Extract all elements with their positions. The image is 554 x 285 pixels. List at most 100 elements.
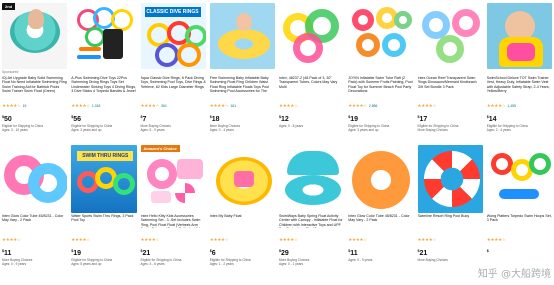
price: $14 bbox=[486, 115, 497, 123]
product-title[interactable]: JOYIN Inflatable Swim Tube Raft (2 Pack)… bbox=[348, 76, 413, 94]
product-image[interactable]: Amazon's Choice bbox=[140, 145, 206, 213]
product-title[interactable]: Free Swimming Baby Inflatable Baby Swimm… bbox=[210, 76, 275, 94]
product-card[interactable]: CLASSIC DIVE RINGS Aqua Classic Dive Rin… bbox=[139, 0, 208, 143]
price-value: 12 bbox=[281, 116, 289, 123]
star-rating[interactable]: ★★★★☆ bbox=[71, 237, 90, 242]
product-image[interactable]: CLASSIC DIVE RINGS bbox=[140, 3, 206, 69]
product-title[interactable]: Intex Hello Kitty Kids Accessories Swimm… bbox=[141, 214, 206, 228]
product-image[interactable] bbox=[279, 145, 345, 213]
price-value: 29 bbox=[281, 250, 289, 257]
amazons-choice-badge: Amazon's Choice bbox=[140, 145, 180, 152]
product-title[interactable]: Water Sports Swim Thru Rings, 3 Pack Poo… bbox=[71, 214, 136, 228]
product-card[interactable]: 2nd Sponsored iOj-Art Upgrade Baby Solid… bbox=[0, 0, 69, 143]
product-title[interactable]: A-Plus Swimming Dive Toys 22Pcs Swimming… bbox=[71, 76, 136, 94]
product-card[interactable]: Intex Glow Color Tube 45/8231 - Color Ma… bbox=[0, 143, 69, 285]
price-value: 17 bbox=[419, 116, 428, 123]
product-image[interactable] bbox=[417, 3, 483, 69]
product-card[interactable]: JOYIN Inflatable Swim Tube Raft (2 Pack)… bbox=[346, 0, 415, 143]
star-rating[interactable]: ★★★★☆ bbox=[279, 237, 298, 242]
product-card[interactable]: SwimWays Baby Spring Float Activity Cent… bbox=[277, 143, 346, 285]
product-title[interactable]: Aqua Classic Dive Rings, 6 Pack Diving T… bbox=[141, 76, 206, 94]
product-title[interactable]: Intex Glow Color Tube 45/8231 - Color Ma… bbox=[348, 214, 413, 228]
product-title[interactable]: SwimSchool Deluxe TOT Swim Trainer Vest,… bbox=[487, 76, 552, 94]
product-image[interactable] bbox=[279, 3, 345, 69]
product-card[interactable]: SwimSchool Deluxe TOT Swim Trainer Vest,… bbox=[485, 0, 554, 143]
review-count[interactable]: 1,455 bbox=[507, 104, 516, 108]
star-rating[interactable]: ★★★★☆ bbox=[418, 103, 437, 108]
star-rating[interactable]: ★★★★☆ bbox=[279, 103, 298, 108]
star-rating[interactable]: ★★★★☆ bbox=[348, 103, 367, 108]
product-image[interactable]: 2nd bbox=[2, 3, 68, 69]
price: $21 bbox=[417, 249, 428, 257]
product-image[interactable] bbox=[486, 3, 552, 69]
product-card[interactable]: Free Swimming Baby Inflatable Baby Swimm… bbox=[208, 0, 277, 143]
price: $6 bbox=[209, 249, 216, 257]
age-info: More Buying Choices bbox=[417, 128, 448, 132]
product-image[interactable] bbox=[209, 3, 275, 69]
product-card[interactable]: Intex, 48237-2 (48-Pack of 3, 30" Transp… bbox=[277, 0, 346, 143]
sponsored-label bbox=[487, 70, 552, 75]
price: $11 bbox=[2, 249, 12, 257]
product-title[interactable]: Intex, 48237-2 (48-Pack of 3, 30" Transp… bbox=[279, 76, 344, 94]
age-info: Ages: 3 years and up bbox=[348, 128, 379, 132]
price: $56 bbox=[71, 115, 82, 123]
star-rating[interactable]: ★★★★☆ bbox=[210, 103, 229, 108]
product-card[interactable]: Wong Platters Torpedo Swim Hoops Set, 3 … bbox=[485, 143, 554, 285]
star-rating[interactable]: ★★★★☆ bbox=[487, 103, 506, 108]
price-value: 19 bbox=[350, 116, 359, 123]
rank-badge: 2nd bbox=[2, 3, 16, 10]
review-count[interactable]: 2,856 bbox=[369, 104, 378, 108]
star-rating[interactable]: ★★★★☆ bbox=[141, 237, 160, 242]
product-card[interactable]: SWIM THRU RINGS Water Sports Swim Thru R… bbox=[69, 143, 138, 285]
price-value: 56 bbox=[73, 116, 82, 123]
product-card[interactable]: Amazon's Choice Intex Hello Kitty Kids A… bbox=[139, 143, 208, 285]
product-title[interactable]: Wong Platters Torpedo Swim Hoops Set, 3 … bbox=[487, 214, 552, 228]
review-count[interactable]: 15 bbox=[23, 104, 27, 108]
price-value: 6 bbox=[211, 250, 216, 257]
product-image[interactable] bbox=[417, 145, 483, 213]
review-count[interactable]: 1,018 bbox=[92, 104, 101, 108]
product-card[interactable]: Intex My Baby Float ★★★★☆ $6 Eligible fo… bbox=[208, 143, 277, 285]
product-image[interactable] bbox=[348, 145, 414, 213]
price-value: 14 bbox=[488, 116, 497, 123]
age-info: Ages: 3 years and up bbox=[71, 128, 102, 132]
review-count[interactable]: 161 bbox=[230, 104, 236, 108]
price-value: 50 bbox=[4, 116, 12, 123]
star-rating[interactable]: ★★★★☆ bbox=[71, 103, 90, 108]
age-info: Ages: 0 - 1 years bbox=[279, 262, 304, 266]
product-title[interactable]: SwimWays Baby Spring Float Activity Cent… bbox=[279, 214, 344, 228]
star-rating[interactable]: ★★★★☆ bbox=[141, 103, 160, 108]
review-count[interactable]: 361 bbox=[161, 104, 167, 108]
product-card[interactable]: A-Plus Swimming Dive Toys 22Pcs Swimming… bbox=[69, 0, 138, 143]
product-image[interactable] bbox=[486, 145, 552, 213]
product-card[interactable]: Swimline Resort Ring Pool Buoy ★★★★☆ $21… bbox=[416, 143, 485, 285]
star-rating[interactable]: ★★★★☆ bbox=[418, 237, 437, 242]
product-title[interactable]: Intex Ocean Reef Transparent Swim Rings … bbox=[418, 76, 483, 94]
product-image[interactable] bbox=[71, 3, 137, 69]
price: $29 bbox=[279, 249, 289, 257]
product-card[interactable]: Intex Glow Color Tube 45/8231 - Color Ma… bbox=[346, 143, 415, 285]
price: $ bbox=[486, 249, 489, 253]
product-title[interactable]: iOj-Art Upgrade Baby Solid Swimming Floa… bbox=[2, 76, 67, 94]
product-image[interactable] bbox=[2, 145, 68, 213]
price: $19 bbox=[348, 115, 359, 123]
product-title[interactable]: Intex Glow Color Tube 45/8231 - Color Ma… bbox=[2, 214, 67, 228]
sponsored-label bbox=[141, 70, 206, 75]
price-value: 11 bbox=[350, 250, 358, 257]
product-image[interactable] bbox=[348, 3, 414, 69]
sponsored-label: Sponsored bbox=[2, 70, 19, 74]
sponsored-label bbox=[348, 70, 413, 75]
product-card[interactable]: Intex Ocean Reef Transparent Swim Rings … bbox=[416, 0, 485, 143]
product-image[interactable] bbox=[209, 145, 275, 213]
product-title[interactable]: Intex My Baby Float bbox=[210, 214, 275, 228]
price: $7 bbox=[140, 115, 147, 123]
age-info: Ages: 0 - 9 years bbox=[348, 258, 373, 262]
star-rating[interactable]: ★★★★☆ bbox=[487, 237, 506, 242]
star-rating[interactable]: ★★★★☆ bbox=[348, 237, 367, 242]
product-image[interactable]: SWIM THRU RINGS bbox=[71, 145, 137, 213]
star-rating[interactable]: ★★★★☆ bbox=[210, 237, 229, 242]
product-title[interactable]: Swimline Resort Ring Pool Buoy bbox=[418, 214, 483, 228]
price-value: 21 bbox=[142, 250, 151, 257]
star-rating[interactable]: ★★★★☆ bbox=[2, 103, 21, 108]
star-rating[interactable]: ★★★★☆ bbox=[2, 237, 21, 242]
